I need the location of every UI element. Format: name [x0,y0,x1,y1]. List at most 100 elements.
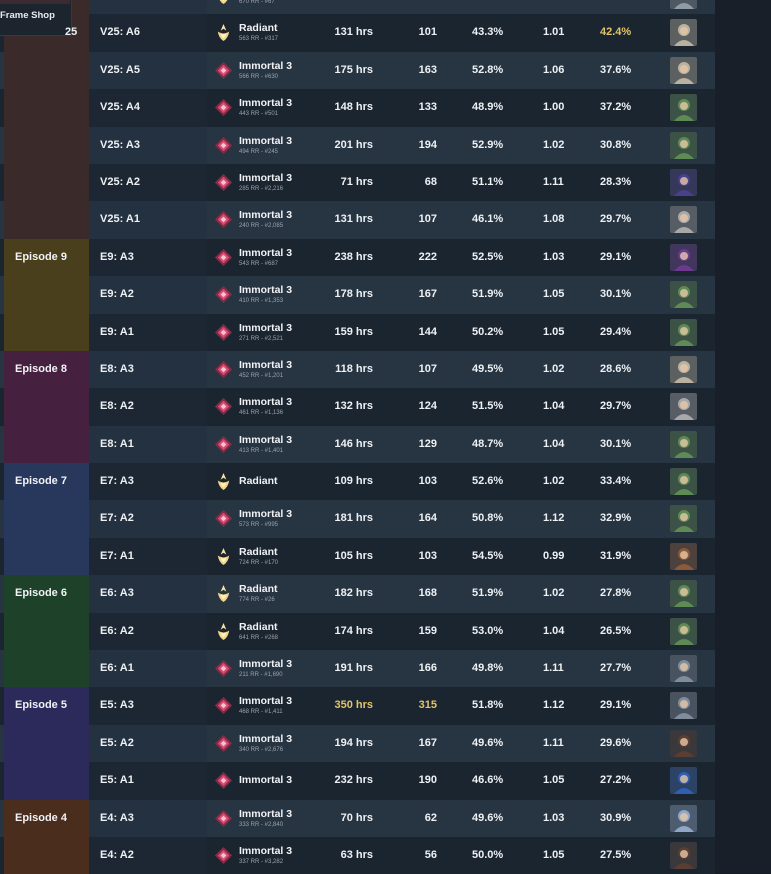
table-row[interactable]: E6: A2 Radiant 641 RR - #268 174 hrs 159 53.0… [0,612,715,651]
rank-name: Immortal 3 [239,774,293,787]
rank-rr-leaderboard: 543 RR - #687 [239,260,279,267]
act-label: E9: A2 [100,288,134,301]
agent-portrait-blonde[interactable] [670,19,697,47]
immortal-rank-icon [214,734,233,753]
headshot-rate: 29.7% [600,213,632,226]
agent-portrait-dark[interactable] [670,729,697,757]
agent-portrait-green[interactable] [670,94,697,122]
table-row[interactable]: V25: A6 Radiant 563 RR - #317 131 hrs 101 43.… [0,14,715,52]
agent-portrait-purple[interactable] [670,168,697,196]
partial-episode-number: 25 [65,26,78,38]
matches-played: 62 [424,811,437,824]
act-label: V25: A2 [100,175,140,188]
table-row[interactable]: V25: A2 Immortal 3 285 RR - #2,216 71 hrs 68… [0,163,715,202]
hours-played: 146 hrs [334,437,373,450]
rank-rr-leaderboard: 271 RR - #2,521 [239,335,284,342]
agent-portrait-silver[interactable] [670,655,697,683]
headshot-rate: 32.9% [600,512,632,525]
headshot-rate: 31.9% [600,549,632,562]
episode-label: Episode 4 [15,811,67,824]
win-rate: 50.8% [472,512,504,525]
win-rate: 48.9% [472,101,504,114]
matches-played: 124 [418,400,437,413]
act-label: E9: A1 [100,325,134,338]
tooltip-text[interactable]: Frame Shop [0,10,55,21]
kd-ratio: 1.03 [543,250,565,263]
matches-played: 107 [418,362,437,375]
table-row[interactable]: Episode 5 E5: A3 Immortal 3 468 RR - #1,411… [0,687,715,725]
agent-portrait-green[interactable] [670,468,697,496]
table-row[interactable]: E9: A2 Immortal 3 410 RR - #1,353 178 hrs 16… [0,276,715,314]
agent-portrait-blue[interactable] [670,767,697,795]
immortal-rank-icon [214,846,233,865]
table-row[interactable]: E8: A2 Immortal 3 461 RR - #1,136 132 hrs 12… [0,388,715,426]
win-rate: 52.6% [472,475,504,488]
table-row[interactable]: V25: A4 Immortal 3 443 RR - #501 148 hrs 133… [0,89,715,127]
table-row[interactable]: E4: A2 Immortal 3 337 RR - #3,282 63 hrs 56 5… [0,836,715,874]
agent-portrait-hat[interactable] [670,206,697,234]
headshot-rate: 27.7% [600,662,632,675]
table-row[interactable]: Episode 6 E6: A3 Radiant 774 RR - #26 182 hr… [0,575,715,613]
agent-portrait-gray[interactable] [670,0,697,9]
agent-portrait-green[interactable] [670,131,697,159]
table-row[interactable]: Episode 8 E8: A3 Immortal 3 452 RR - #1,201… [0,350,715,389]
hours-played: 194 hrs [334,736,373,749]
kd-ratio: 1.08 [543,213,565,226]
table-row[interactable]: 670 RR - #67 [0,0,715,15]
table-row[interactable]: E8: A1 Immortal 3 413 RR - #1,401 146 hrs 12… [0,425,715,464]
agent-portrait-dark[interactable] [670,841,697,869]
act-label: E6: A1 [100,662,134,675]
headshot-rate: 42.4% [600,26,632,39]
act-cell-bg [89,0,207,15]
hours-played: 132 hrs [334,400,373,413]
episode-strip [4,425,89,464]
kd-ratio: 1.05 [543,325,565,338]
rank-rr-leaderboard: 443 RR - #501 [239,111,279,118]
act-label: E5: A2 [100,736,134,749]
agent-portrait-brown[interactable] [670,542,697,570]
rank-rr-leaderboard: 461 RR - #1,136 [239,410,284,417]
rank-name: Immortal 3 [239,284,293,297]
agent-portrait-green[interactable] [670,505,697,533]
agent-portrait-green[interactable] [670,617,697,645]
win-rate: 52.8% [472,63,504,76]
table-row[interactable]: Episode 4 E4: A3 Immortal 3 333 RR - #2,840… [0,799,715,837]
table-row[interactable]: Episode 7 E7: A3 Radiant 109 hrs 103 52.6% 1.0… [0,463,715,501]
act-label: E6: A3 [100,587,134,600]
table-row[interactable]: V25: A3 Immortal 3 494 RR - #245 201 hrs 194… [0,126,715,164]
headshot-rate: 27.8% [600,587,632,600]
agent-portrait-green[interactable] [670,580,697,608]
headshot-rate: 28.3% [600,175,632,188]
immortal-rank-icon [214,136,233,155]
table-row[interactable]: E6: A1 Immortal 3 211 RR - #1,690 191 hrs 16… [0,650,715,688]
act-label: E9: A3 [100,250,134,263]
agent-portrait-silver[interactable] [670,692,697,720]
table-row[interactable]: V25: A1 Immortal 3 240 RR - #2,085 131 hrs 1… [0,201,715,239]
table-row[interactable]: E5: A2 Immortal 3 340 RR - #2,676 194 hrs 16… [0,724,715,763]
agent-portrait-green[interactable] [670,318,697,346]
table-row[interactable]: E7: A1 Radiant 724 RR - #170 105 hrs 103 54.5… [0,537,715,576]
table-row[interactable]: E5: A1 Immortal 3 232 hrs 190 46.6% 1.05 27.2% [0,762,715,800]
agent-portrait-blonde[interactable] [670,56,697,84]
kd-ratio: 1.04 [543,437,565,450]
kd-ratio: 1.02 [543,475,565,488]
agent-portrait-green[interactable] [670,281,697,309]
hours-played: 232 hrs [334,774,373,787]
rank-rr-leaderboard: 333 RR - #2,840 [239,821,284,828]
agent-portrait-hat[interactable] [670,393,697,421]
rank-name: Immortal 3 [239,97,293,110]
matches-played: 107 [418,213,437,226]
agent-portrait-violet[interactable] [670,243,697,271]
table-row[interactable]: E9: A1 Immortal 3 271 RR - #2,521 159 hrs 14… [0,313,715,351]
act-label: V25: A6 [100,26,140,39]
table-row[interactable]: V25: A5 Immortal 3 566 RR - #630 175 hrs 163… [0,51,715,90]
agent-portrait-lightblue[interactable] [670,804,697,832]
rank-rr-leaderboard: 413 RR - #1,401 [239,447,284,454]
table-row[interactable]: Episode 9 E9: A3 Immortal 3 543 RR - #687 23… [0,238,715,277]
agent-portrait-blonde[interactable] [670,355,697,383]
headshot-rate: 29.4% [600,325,632,338]
kd-ratio: 1.12 [543,512,565,525]
table-row[interactable]: E7: A2 Immortal 3 573 RR - #995 181 hrs 164 5… [0,500,715,538]
hours-played: 238 hrs [334,250,373,263]
agent-portrait-green[interactable] [670,430,697,458]
